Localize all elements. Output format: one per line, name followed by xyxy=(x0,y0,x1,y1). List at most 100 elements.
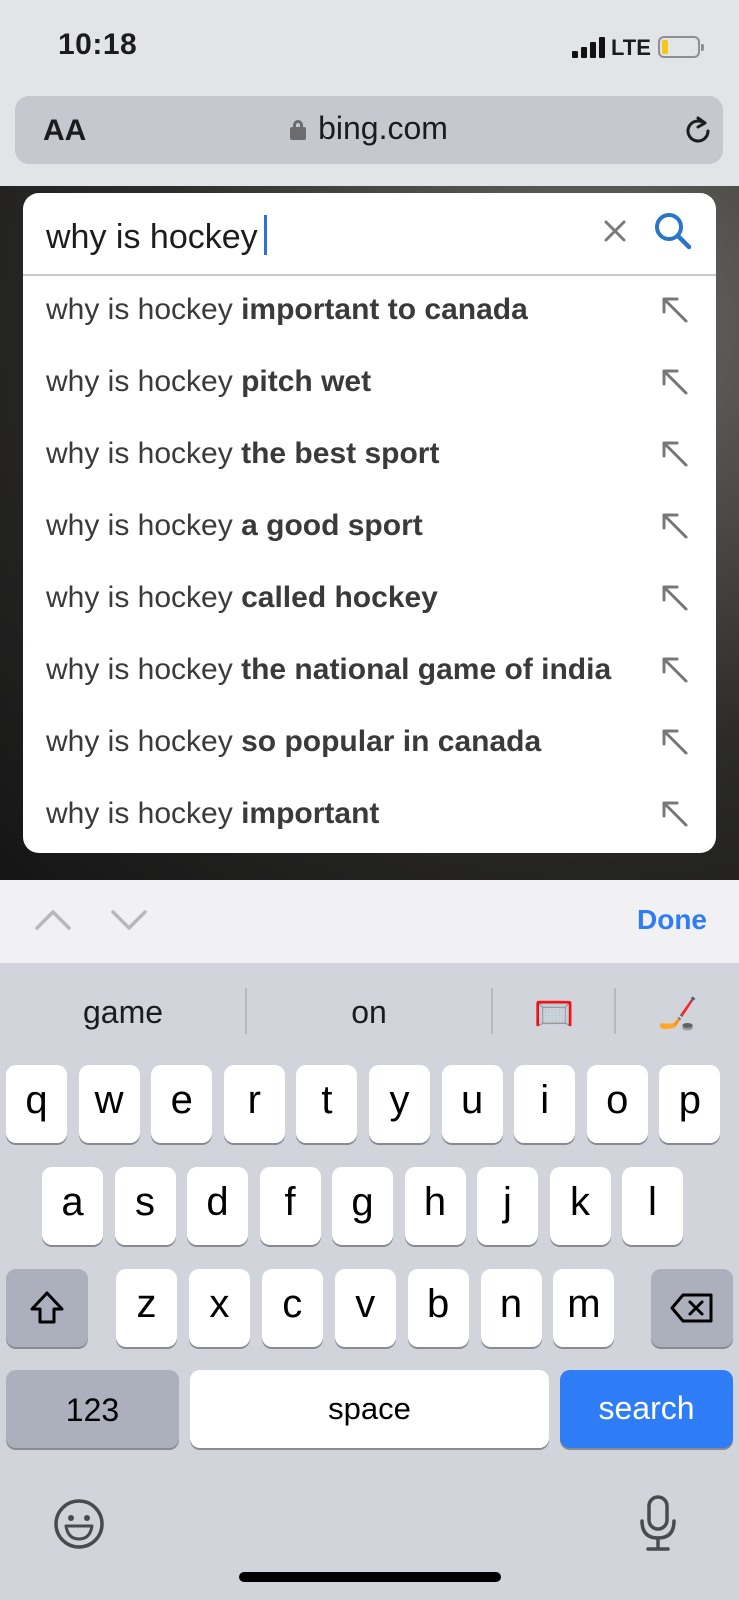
suggestion-text: why is hockey so popular in canada xyxy=(46,725,541,759)
fill-query-arrow-icon[interactable] xyxy=(659,654,689,684)
search-icon[interactable] xyxy=(653,211,693,251)
suggestion-completion: so popular in canada xyxy=(241,725,542,758)
key-n[interactable]: n xyxy=(480,1269,542,1347)
suggestion-item[interactable]: why is hockey a good sport xyxy=(23,492,716,564)
suggestion-text: why is hockey the best sport xyxy=(46,437,439,471)
microphone-icon[interactable] xyxy=(636,1494,680,1554)
suggestion-completion: a good sport xyxy=(241,509,423,542)
suggestion-prefix: why is hockey xyxy=(46,365,233,398)
suggestion-item[interactable]: why is hockey important xyxy=(23,780,716,852)
shift-key[interactable] xyxy=(6,1269,88,1347)
suggestion-item[interactable]: why is hockey pitch wet xyxy=(23,348,716,420)
key-y[interactable]: y xyxy=(369,1065,430,1143)
suggestion-completion: important to canada xyxy=(241,293,528,326)
suggestion-item[interactable]: why is hockey the national game of india xyxy=(23,636,716,708)
key-w[interactable]: w xyxy=(78,1065,140,1143)
address-bar[interactable]: AA bing.com xyxy=(15,96,723,164)
key-b[interactable]: b xyxy=(407,1269,469,1347)
search-suggestions-panel: why is hockey why is hockey important to… xyxy=(23,193,716,853)
key-v[interactable]: v xyxy=(334,1269,396,1347)
suggestion-item[interactable]: why is hockey important to canada xyxy=(23,276,716,348)
key-e[interactable]: e xyxy=(151,1065,213,1143)
prediction-word[interactable]: game xyxy=(0,994,246,1031)
prediction-emoji-goal[interactable]: 🥅 xyxy=(493,994,615,1032)
suggestion-prefix: why is hockey xyxy=(46,437,233,470)
search-input-row[interactable]: why is hockey xyxy=(23,193,716,276)
emoji-icon[interactable] xyxy=(52,1497,106,1551)
suggestion-completion: pitch wet xyxy=(241,365,372,398)
suggestion-prefix: why is hockey xyxy=(46,653,233,686)
key-s[interactable]: s xyxy=(114,1167,176,1245)
keyboard-accessory-bar: Done xyxy=(0,880,739,964)
key-t[interactable]: t xyxy=(296,1065,358,1143)
suggestion-prefix: why is hockey xyxy=(46,509,233,542)
key-o[interactable]: o xyxy=(586,1065,648,1143)
key-h[interactable]: h xyxy=(404,1167,466,1245)
suggestion-completion: called hockey xyxy=(241,581,438,614)
key-i[interactable]: i xyxy=(514,1065,576,1143)
fill-query-arrow-icon[interactable] xyxy=(659,798,689,828)
lock-icon xyxy=(290,120,307,140)
fill-query-arrow-icon[interactable] xyxy=(659,294,689,324)
suggestion-list: why is hockey important to canada why is … xyxy=(23,276,716,852)
suggestion-text: why is hockey pitch wet xyxy=(46,365,371,399)
suggestion-item[interactable]: why is hockey the best sport xyxy=(23,420,716,492)
key-j[interactable]: j xyxy=(477,1167,538,1245)
suggestion-item[interactable]: why is hockey so popular in canada xyxy=(23,708,716,780)
suggestion-text: why is hockey important to canada xyxy=(46,293,528,327)
key-q[interactable]: q xyxy=(6,1065,67,1143)
suggestion-item[interactable]: why is hockey called hockey xyxy=(23,564,716,636)
space-key[interactable]: space xyxy=(190,1370,549,1448)
key-p[interactable]: p xyxy=(659,1065,721,1143)
key-k[interactable]: k xyxy=(549,1167,611,1245)
key-r[interactable]: r xyxy=(223,1065,285,1143)
key-c[interactable]: c xyxy=(261,1269,323,1347)
key-x[interactable]: x xyxy=(188,1269,250,1347)
backspace-icon xyxy=(670,1293,713,1323)
url-display[interactable]: bing.com xyxy=(15,110,723,147)
reload-icon[interactable] xyxy=(681,114,715,148)
status-time: 10:18 xyxy=(58,28,138,61)
suggestion-prefix: why is hockey xyxy=(46,797,233,830)
key-a[interactable]: a xyxy=(42,1167,103,1245)
chevron-down-icon[interactable] xyxy=(109,904,149,934)
fill-query-arrow-icon[interactable] xyxy=(659,582,689,612)
prediction-emoji-hockey[interactable]: 🏒 xyxy=(616,994,739,1032)
search-input[interactable]: why is hockey xyxy=(46,215,267,257)
chevron-up-icon[interactable] xyxy=(33,904,73,934)
clear-icon[interactable] xyxy=(601,217,629,245)
suggestion-text: why is hockey the national game of india xyxy=(46,653,611,687)
delete-key[interactable] xyxy=(651,1269,733,1347)
url-text: bing.com xyxy=(318,110,448,146)
shift-icon xyxy=(30,1291,64,1324)
suggestion-completion: important xyxy=(241,797,380,830)
key-g[interactable]: g xyxy=(332,1167,393,1245)
key-d[interactable]: d xyxy=(187,1167,248,1245)
fill-query-arrow-icon[interactable] xyxy=(659,438,689,468)
suggestion-text: why is hockey important xyxy=(46,797,379,831)
fill-query-arrow-icon[interactable] xyxy=(659,366,689,396)
key-u[interactable]: u xyxy=(441,1065,503,1143)
numbers-key[interactable]: 123 xyxy=(6,1370,179,1448)
fill-query-arrow-icon[interactable] xyxy=(659,726,689,756)
keyboard: game on 🥅 🏒 qwertyuiop asdfghjkl zxcvbnm 1… xyxy=(0,964,739,1600)
browser-toolbar: AA bing.com xyxy=(0,94,739,186)
home-indicator xyxy=(239,1572,501,1582)
suggestion-text: why is hockey a good sport xyxy=(46,509,423,543)
signal-icon xyxy=(572,36,606,58)
key-z[interactable]: z xyxy=(116,1269,177,1347)
key-f[interactable]: f xyxy=(259,1167,321,1245)
key-m[interactable]: m xyxy=(553,1269,615,1347)
suggestion-completion: the best sport xyxy=(241,437,440,470)
prediction-word[interactable]: on xyxy=(247,994,491,1031)
suggestion-text: why is hockey called hockey xyxy=(46,581,438,615)
search-key[interactable]: search xyxy=(560,1370,733,1448)
text-caret xyxy=(263,215,267,255)
suggestion-completion: the national game of india xyxy=(241,653,612,686)
predictive-bar: game on 🥅 🏒 xyxy=(0,964,739,1060)
battery-icon xyxy=(658,36,704,58)
done-button[interactable]: Done xyxy=(637,904,707,936)
key-l[interactable]: l xyxy=(622,1167,683,1245)
suggestion-prefix: why is hockey xyxy=(46,581,233,614)
fill-query-arrow-icon[interactable] xyxy=(659,510,689,540)
